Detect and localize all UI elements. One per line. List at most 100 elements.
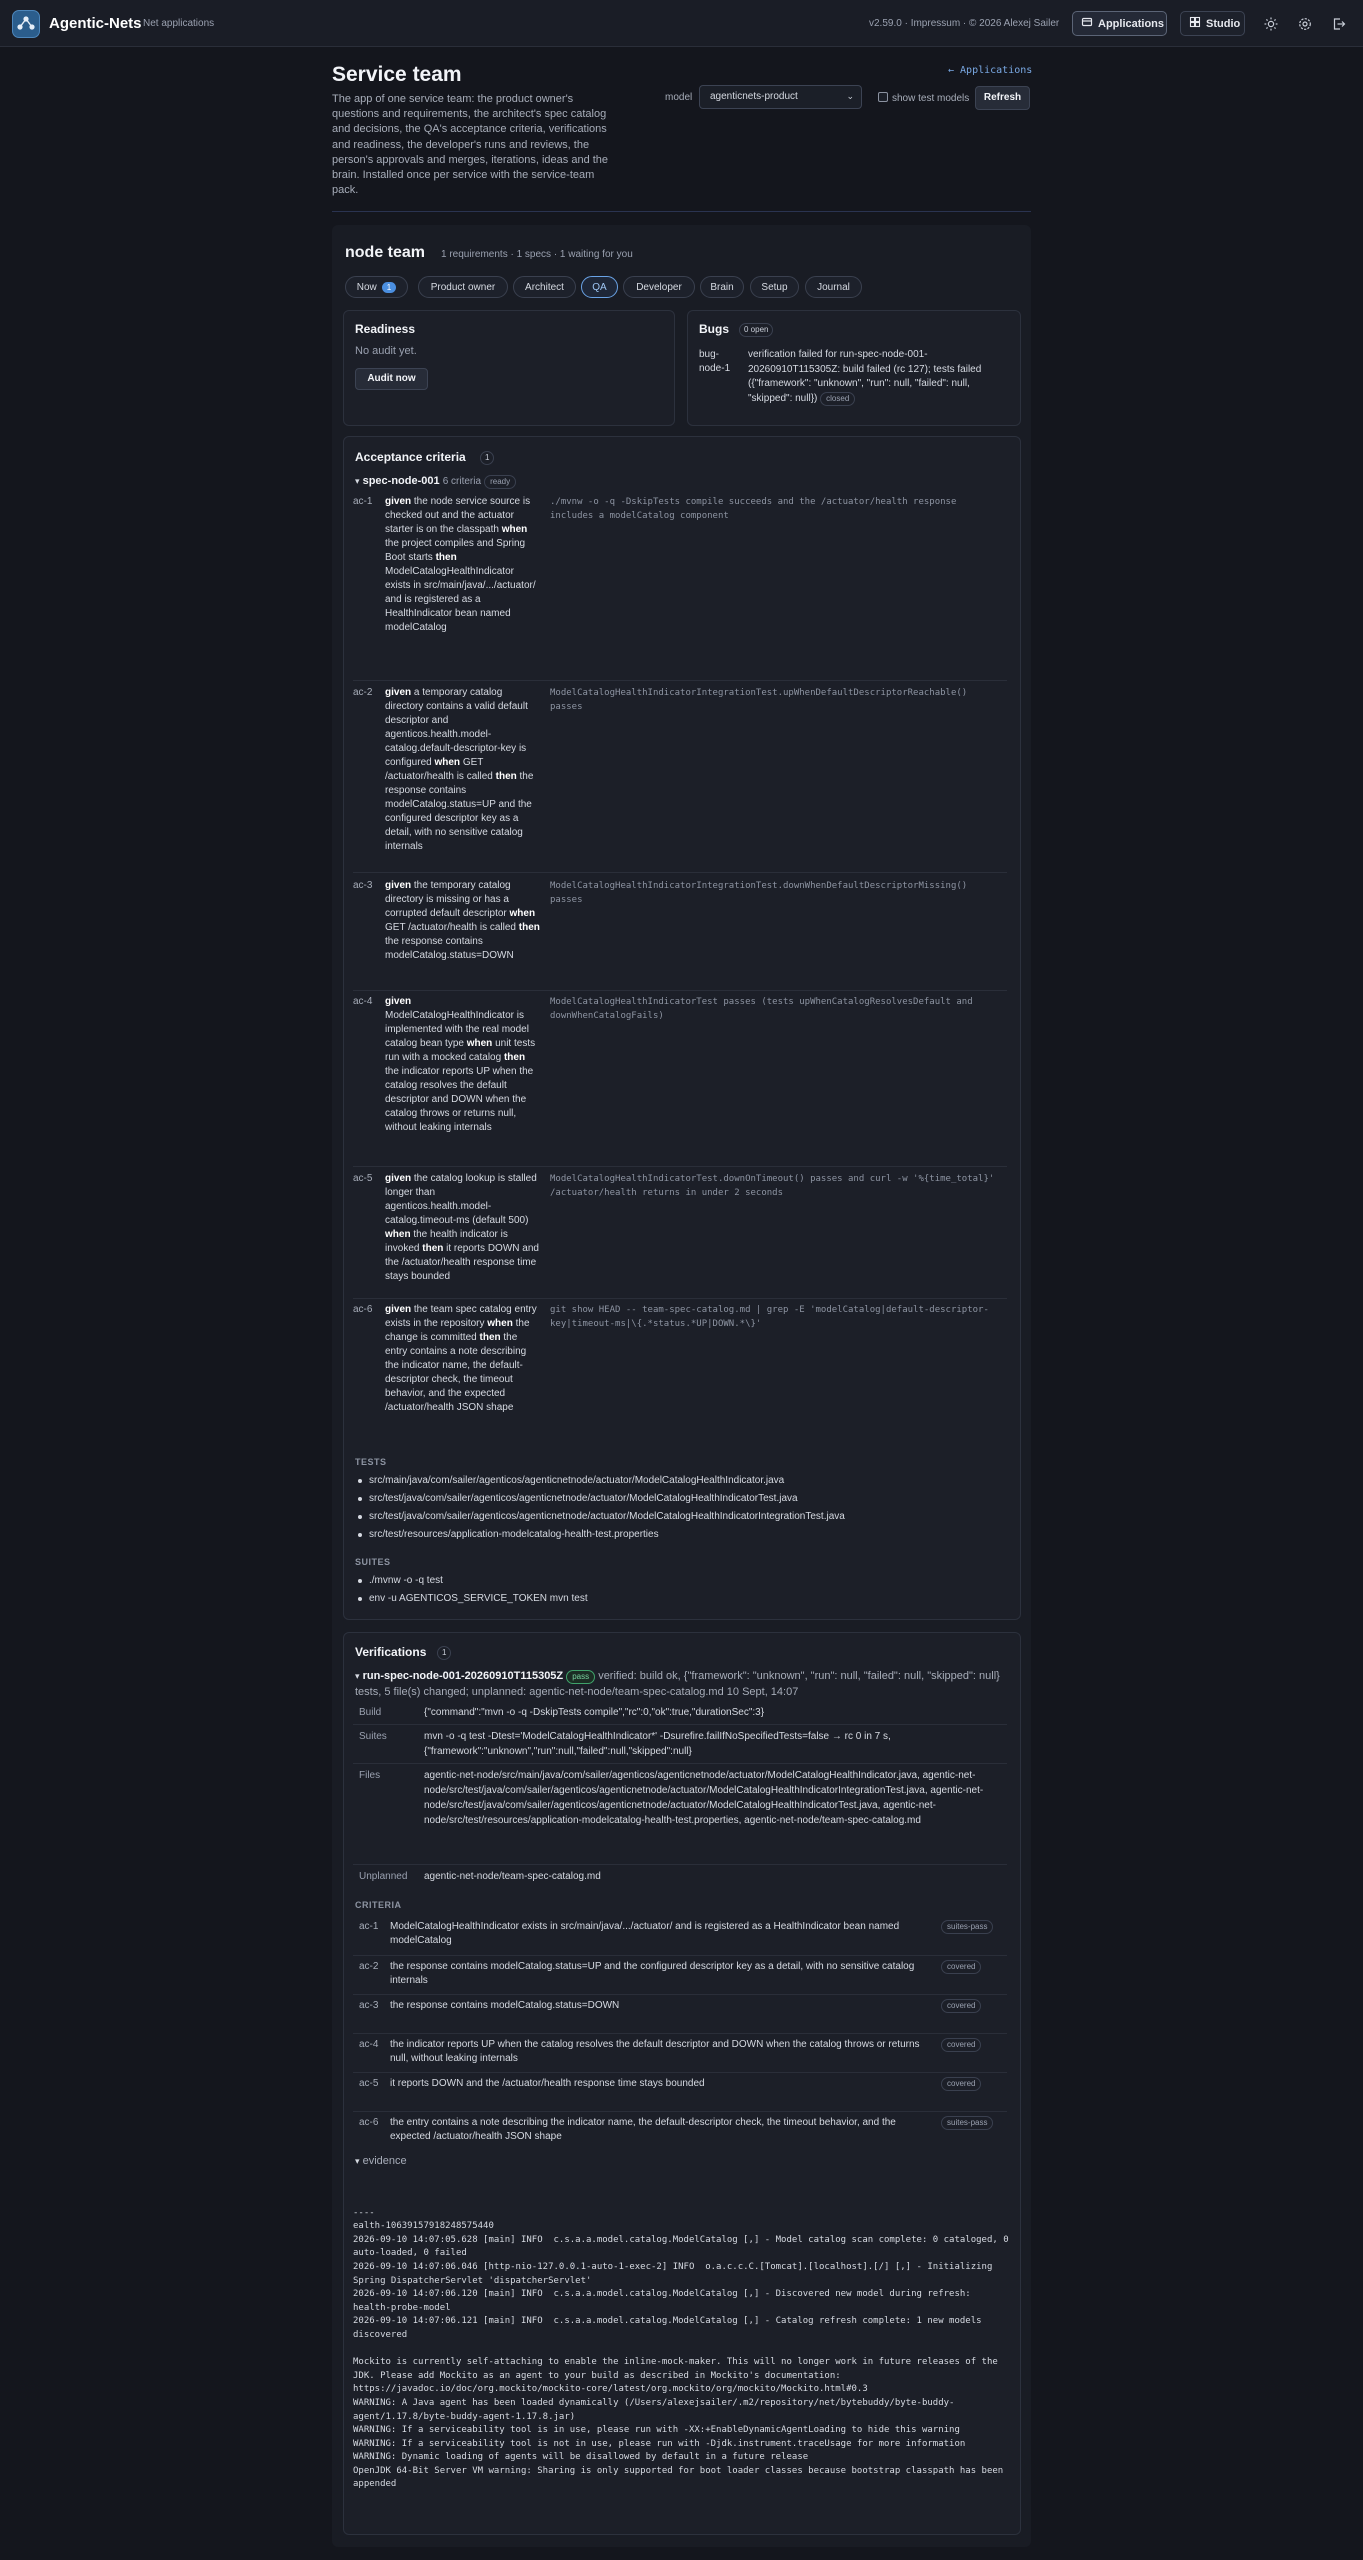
logo-icon[interactable] — [12, 10, 40, 38]
brand-subtitle: Net applications — [143, 18, 215, 29]
studio-button[interactable]: Studio — [1180, 11, 1245, 36]
verification-criterion-row: ac-4 the indicator reports UP when the c… — [353, 2038, 1007, 2070]
tab-badge: 1 — [381, 281, 397, 293]
criterion-check: ModelCatalogHealthIndicatorTest.downOnTi… — [550, 1174, 995, 1198]
version-info[interactable]: v2.59.0 · Impressum · © 2026 Alexej Sail… — [869, 18, 1059, 29]
row-divider — [353, 1763, 1007, 1764]
tab-setup[interactable]: Setup — [750, 276, 799, 298]
tab-architect[interactable]: Architect — [513, 276, 576, 298]
evidence-label: evidence — [362, 2155, 407, 2167]
verification-row-files: Files agentic-net-node/src/main/java/com… — [353, 1768, 1007, 1860]
criterion-id: ac-3 — [353, 880, 373, 891]
bug-text: verification failed for run-spec-node-00… — [748, 349, 982, 404]
criterion-check: git show HEAD -- team-spec-catalog.md | … — [550, 1305, 989, 1329]
chevron-down-icon: ⌄ — [846, 91, 854, 101]
tab-label: Architect — [525, 281, 564, 293]
verification-criterion-row: ac-3 the response contains modelCatalog.… — [353, 1999, 1007, 2031]
criterion-status-holder: covered — [941, 1999, 995, 2013]
tab-journal[interactable]: Journal — [805, 276, 862, 298]
criterion-status-holder: suites-pass — [941, 1920, 995, 1934]
model-select[interactable]: agenticnets-product ⌄ — [699, 85, 862, 109]
criterion-status-badge: covered — [941, 2038, 982, 2052]
criterion-row: ac-4 given ModelCatalogHealthIndicator i… — [353, 995, 1007, 1165]
criterion-row: ac-5 given the catalog lookup is stalled… — [353, 1172, 1007, 1297]
model-select-value: agenticnets-product — [710, 91, 798, 102]
row-value: agentic-net-node/team-spec-catalog.md — [424, 1871, 601, 1882]
evidence-toggle[interactable]: ▾ evidence — [355, 2155, 407, 2167]
brand-name[interactable]: Agentic-Nets — [49, 15, 142, 32]
criterion-status-badge: suites-pass — [941, 1920, 994, 1934]
criterion-status-badge: suites-pass — [941, 2116, 994, 2130]
criterion-id: ac-1 — [359, 1921, 379, 1932]
criterion-text: the response contains modelCatalog.statu… — [390, 1961, 915, 1986]
row-divider — [353, 1298, 1007, 1299]
criterion-text: given the catalog lookup is stalled long… — [385, 1173, 539, 1282]
tab-product-owner[interactable]: Product owner — [418, 276, 508, 298]
list-item: src/test/resources/application-modelcata… — [355, 1526, 1015, 1544]
criterion-row: ac-3 given the temporary catalog directo… — [353, 879, 1007, 986]
spec-toggle[interactable]: ▾ spec-node-001 6 criteria ready — [355, 475, 517, 489]
model-label: model — [665, 92, 693, 103]
row-divider — [353, 680, 1007, 681]
row-value: mvn -o -q test -Dtest='ModelCatalogHealt… — [424, 1731, 891, 1757]
applications-button[interactable]: Applications — [1072, 11, 1167, 36]
grid-icon — [1189, 16, 1201, 31]
page-description: The app of one service team: the product… — [332, 93, 609, 197]
tab-now[interactable]: Now 1 — [345, 276, 408, 298]
header-divider — [332, 211, 1031, 212]
bug-id[interactable]: bug-node-1 — [699, 348, 734, 376]
tab-label: Journal — [817, 281, 850, 293]
tab-qa[interactable]: QA — [581, 276, 618, 298]
criteria-label: CRITERIA — [355, 1900, 402, 1910]
sun-icon[interactable] — [1261, 14, 1281, 34]
criterion-row: ac-6 given the team spec catalog entry e… — [353, 1303, 1007, 1443]
box-icon — [1081, 16, 1093, 31]
row-key: Files — [359, 1770, 381, 1781]
criterion-text: given a temporary catalog directory cont… — [385, 687, 534, 852]
applications-label: Applications — [1098, 17, 1165, 30]
verification-criterion-row: ac-2 the response contains modelCatalog.… — [353, 1960, 1007, 1992]
criterion-id: ac-3 — [359, 2000, 379, 2011]
row-key: Suites — [359, 1731, 387, 1742]
criterion-row: ac-1 given the node service source is ch… — [353, 495, 1007, 680]
row-key: Build — [359, 1707, 382, 1718]
team-name: node team — [345, 244, 426, 261]
row-divider — [353, 1166, 1007, 1167]
criterion-row: ac-2 given a temporary catalog directory… — [353, 686, 1007, 869]
tests-label: TESTS — [355, 1457, 387, 1467]
readiness-title: Readiness — [355, 322, 416, 336]
criterion-id: ac-6 — [359, 2117, 379, 2128]
verification-criterion-row: ac-6 the entry contains a note describin… — [353, 2116, 1007, 2148]
run-toggle[interactable]: ▾ run-spec-node-001-20260910T115305Z pas… — [355, 1668, 1010, 1700]
tab-brain[interactable]: Brain — [700, 276, 744, 298]
audit-now-button[interactable]: Audit now — [355, 368, 428, 390]
row-divider — [353, 1864, 1007, 1865]
tests-list: src/main/java/com/sailer/agenticos/agent… — [355, 1472, 1015, 1544]
row-value: agentic-net-node/src/main/java/com/saile… — [424, 1770, 984, 1826]
criterion-id: ac-2 — [359, 1961, 379, 1972]
criterion-text: the entry contains a note describing the… — [390, 2117, 896, 2142]
verification-row-unplanned: Unplanned agentic-net-node/team-spec-cat… — [353, 1869, 1007, 1885]
back-to-applications-link[interactable]: ← Applications — [948, 65, 1032, 76]
team-meta: 1 requirements · 1 specs · 1 waiting for… — [441, 249, 633, 260]
show-test-models-checkbox[interactable] — [878, 92, 888, 102]
logout-icon[interactable] — [1329, 14, 1349, 34]
criterion-check: ModelCatalogHealthIndicatorTest passes (… — [550, 997, 973, 1021]
criterion-text: it reports DOWN and the /actuator/health… — [390, 2078, 705, 2089]
show-test-models-label[interactable]: show test models — [892, 93, 969, 104]
criterion-id: ac-5 — [353, 1173, 373, 1184]
page-title: Service team — [332, 63, 462, 86]
tab-developer[interactable]: Developer — [623, 276, 695, 298]
verification-row-suites: Suites mvn -o -q test -Dtest='ModelCatal… — [353, 1729, 1007, 1761]
top-bar: Agentic-Nets Net applications v2.59.0 · … — [0, 0, 1363, 47]
caret-down-icon: ▾ — [355, 2156, 360, 2166]
criterion-status-holder: covered — [941, 2077, 995, 2091]
suites-label: SUITES — [355, 1557, 391, 1567]
criterion-text: given the node service source is checked… — [385, 496, 536, 633]
verification-criterion-row: ac-5 it reports DOWN and the /actuator/h… — [353, 2077, 1007, 2109]
settings-icon[interactable] — [1295, 14, 1315, 34]
refresh-button[interactable]: Refresh — [975, 86, 1030, 110]
criterion-id: ac-1 — [353, 496, 373, 507]
criterion-check: ModelCatalogHealthIndicatorIntegrationTe… — [550, 688, 968, 712]
criterion-text: the response contains modelCatalog.statu… — [390, 2000, 620, 2011]
